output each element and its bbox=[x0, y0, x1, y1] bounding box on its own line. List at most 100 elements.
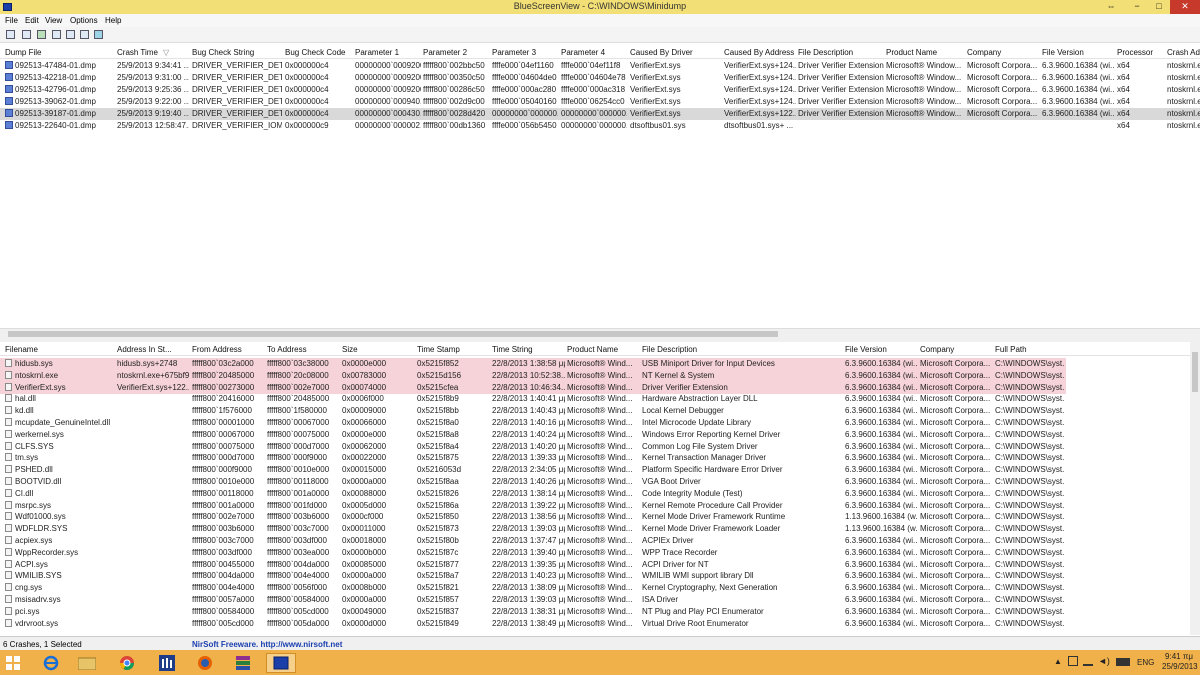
driver-row[interactable]: ACPI.sys fffff800`00455000 fffff800`004da0… bbox=[0, 559, 1066, 571]
options-icon[interactable] bbox=[6, 30, 15, 39]
menu-edit[interactable]: Edit bbox=[25, 16, 39, 25]
driver-row[interactable]: PSHED.dll fffff800`000f9000 fffff800`0010e… bbox=[0, 464, 1066, 476]
driver-row[interactable]: pci.sys fffff800`00584000 fffff800`005cd00… bbox=[0, 606, 1066, 618]
vertical-scrollbar[interactable] bbox=[1190, 342, 1200, 635]
driver-row[interactable]: vdrvroot.sys fffff800`005cd000 fffff800`00… bbox=[0, 618, 1066, 630]
col-company[interactable]: Company bbox=[967, 48, 1001, 57]
close-button[interactable]: ✕ bbox=[1170, 0, 1200, 14]
col-size[interactable]: Size bbox=[342, 345, 358, 354]
scroll-thumb[interactable] bbox=[1192, 352, 1198, 392]
tray-arrow-icon[interactable]: ▲ bbox=[1054, 657, 1062, 666]
refresh-icon[interactable] bbox=[37, 30, 46, 39]
driver-row[interactable]: Wdf01000.sys fffff800`002e7000 fffff800`00… bbox=[0, 511, 1066, 523]
html-report-icon[interactable] bbox=[80, 30, 89, 39]
driver-row[interactable]: msisadrv.sys fffff800`0057a000 fffff800`00… bbox=[0, 594, 1066, 606]
driver-row[interactable]: msrpc.sys fffff800`001a0000 fffff800`001fd… bbox=[0, 500, 1066, 512]
driver-row[interactable]: WMILIB.SYS fffff800`004da000 fffff800`004e… bbox=[0, 570, 1066, 582]
copy-icon[interactable] bbox=[52, 30, 61, 39]
col-parameter-4[interactable]: Parameter 4 bbox=[561, 48, 605, 57]
file-icon bbox=[5, 500, 12, 509]
nirsoft-link[interactable]: NirSoft Freeware. http://www.nirsoft.net bbox=[192, 640, 342, 649]
cell: fffff800`20485000 bbox=[192, 371, 265, 380]
chrome-icon[interactable] bbox=[112, 653, 142, 673]
col-filename[interactable]: Filename bbox=[5, 345, 38, 354]
firefox-icon[interactable] bbox=[190, 653, 220, 673]
col-time-string[interactable]: Time String bbox=[492, 345, 533, 354]
maximize-button[interactable]: □ bbox=[1148, 0, 1170, 14]
col-parameter-3[interactable]: Parameter 3 bbox=[492, 48, 536, 57]
minimize-button[interactable]: − bbox=[1126, 0, 1148, 14]
language-indicator[interactable]: ENG bbox=[1137, 658, 1154, 667]
menu-view[interactable]: View bbox=[45, 16, 62, 25]
driver-row[interactable]: tm.sys fffff800`000d7000 fffff800`000f9000… bbox=[0, 452, 1066, 464]
properties-icon[interactable] bbox=[66, 30, 75, 39]
crash-row[interactable]: 092513-42218-01.dmp 25/9/2013 9:31:00 ...… bbox=[0, 72, 1200, 84]
col-caused-by-address[interactable]: Caused By Address bbox=[724, 48, 794, 57]
driver-row[interactable]: acpiex.sys fffff800`003c7000 fffff800`003d… bbox=[0, 535, 1066, 547]
crash-row[interactable]: 092513-39062-01.dmp 25/9/2013 9:22:00 ...… bbox=[0, 96, 1200, 108]
col-address-in-stack[interactable]: Address In St... bbox=[117, 345, 172, 354]
network-icon[interactable] bbox=[1083, 656, 1093, 666]
col-processor[interactable]: Processor bbox=[1117, 48, 1153, 57]
driver-row[interactable]: WDFLDR.SYS fffff800`003b6000 fffff800`003c… bbox=[0, 523, 1066, 535]
menu-options[interactable]: Options bbox=[70, 16, 98, 25]
col-crash-time[interactable]: Crash Time bbox=[117, 48, 158, 57]
winrar-icon[interactable] bbox=[228, 653, 258, 673]
crash-row[interactable]: 092513-47484-01.dmp 25/9/2013 9:34:41 ...… bbox=[0, 60, 1200, 72]
crash-row[interactable]: 092513-42796-01.dmp 25/9/2013 9:25:36 ...… bbox=[0, 84, 1200, 96]
col-dump-file[interactable]: Dump File bbox=[5, 48, 41, 57]
app-bars-icon[interactable] bbox=[152, 653, 182, 673]
col-product-name[interactable]: Product Name bbox=[886, 48, 937, 57]
col-file-version[interactable]: File Version bbox=[1042, 48, 1084, 57]
col-company[interactable]: Company bbox=[920, 345, 954, 354]
cell: 00000000`000000... bbox=[561, 109, 627, 118]
driver-row[interactable]: CLFS.SYS fffff800`00075000 fffff800`000d70… bbox=[0, 441, 1066, 453]
keyboard-icon[interactable] bbox=[1116, 658, 1130, 666]
col-full-path[interactable]: Full Path bbox=[995, 345, 1027, 354]
driver-row[interactable]: BOOTVID.dll fffff800`0010e000 fffff800`001… bbox=[0, 476, 1066, 488]
col-to-address[interactable]: To Address bbox=[267, 345, 307, 354]
col-file-version[interactable]: File Version bbox=[845, 345, 887, 354]
driver-row[interactable]: VerifierExt.sys VerifierExt.sys+122... fff… bbox=[0, 381, 1066, 394]
col-caused-by-driver[interactable]: Caused By Driver bbox=[630, 48, 693, 57]
col-file-description[interactable]: File Description bbox=[798, 48, 853, 57]
driver-row[interactable]: kd.dll fffff800`1f576000 fffff800`1f580000… bbox=[0, 405, 1066, 417]
windows-start-icon[interactable] bbox=[6, 656, 20, 670]
scroll-thumb[interactable] bbox=[8, 331, 778, 337]
driver-row[interactable]: werkernel.sys fffff800`00067000 fffff800`0… bbox=[0, 429, 1066, 441]
col-from-address[interactable]: From Address bbox=[192, 345, 242, 354]
driver-row[interactable]: CI.dll fffff800`00118000 fffff800`001a0000… bbox=[0, 488, 1066, 500]
clock-date[interactable]: 25/9/2013 bbox=[1162, 662, 1198, 671]
volume-icon[interactable]: ◄) bbox=[1098, 656, 1110, 666]
find-icon[interactable] bbox=[94, 30, 103, 39]
horizontal-scrollbar[interactable] bbox=[0, 328, 1200, 338]
driver-row[interactable]: hidusb.sys hidusb.sys+2748 fffff800`03c2a0… bbox=[0, 358, 1066, 370]
crash-row[interactable]: 092513-22640-01.dmp 25/9/2013 12:58:47...… bbox=[0, 120, 1200, 132]
driver-row[interactable]: hal.dll fffff800`20416000 fffff800`2048500… bbox=[0, 393, 1066, 405]
cell: 0x000000c4 bbox=[285, 73, 353, 82]
col-crash-address[interactable]: Crash Add bbox=[1167, 48, 1200, 57]
col-product-name[interactable]: Product Name bbox=[567, 345, 618, 354]
col-file-description[interactable]: File Description bbox=[642, 345, 697, 354]
menu-file[interactable]: File bbox=[5, 16, 18, 25]
cell-text: hal.dll bbox=[15, 394, 36, 404]
driver-row[interactable]: cng.sys fffff800`004e4000 fffff800`0056f00… bbox=[0, 582, 1066, 594]
action-center-icon[interactable] bbox=[1068, 656, 1078, 666]
driver-row[interactable]: ntoskrnl.exe ntoskrnl.exe+675bf9 fffff800`… bbox=[0, 369, 1066, 382]
cell: 6.3.9600.16384 (wi... bbox=[845, 442, 918, 451]
file-explorer-icon[interactable] bbox=[72, 653, 102, 673]
driver-row[interactable]: WppRecorder.sys fffff800`003df000 fffff800… bbox=[0, 547, 1066, 559]
restore-icon[interactable]: ⇔ bbox=[1100, 0, 1122, 14]
save-icon[interactable] bbox=[22, 30, 31, 39]
col-bug-check-code[interactable]: Bug Check Code bbox=[285, 48, 345, 57]
clock-time[interactable]: 9:41 πμ bbox=[1162, 652, 1196, 661]
col-bug-check-string[interactable]: Bug Check String bbox=[192, 48, 254, 57]
col-time-stamp[interactable]: Time Stamp bbox=[417, 345, 460, 354]
driver-row[interactable]: mcupdate_GenuineIntel.dll fffff800`000010… bbox=[0, 417, 1066, 429]
crash-row[interactable]: 092513-39187-01.dmp 25/9/2013 9:19:40 ...… bbox=[0, 108, 1200, 120]
internet-explorer-icon[interactable] bbox=[36, 653, 66, 673]
col-parameter-2[interactable]: Parameter 2 bbox=[423, 48, 467, 57]
col-parameter-1[interactable]: Parameter 1 bbox=[355, 48, 399, 57]
bluescreenview-taskbar-icon[interactable] bbox=[266, 653, 296, 673]
menu-help[interactable]: Help bbox=[105, 16, 121, 25]
